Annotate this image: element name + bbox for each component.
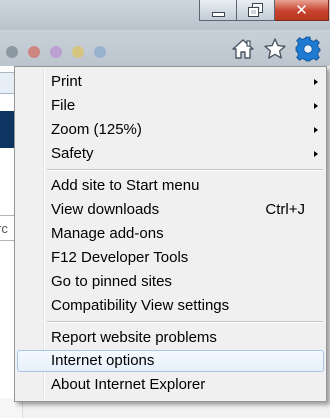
page-search-text: rc (0, 221, 8, 236)
menu-item-label: Zoom (125%) (51, 121, 142, 138)
window-controls: ✕ (199, 0, 329, 21)
page-favicon (0, 72, 15, 94)
favorites-button[interactable] (262, 36, 288, 62)
toolbar-blurred-icons (6, 46, 106, 58)
restore-button[interactable] (237, 0, 275, 21)
menu-item-f12-developer-tools[interactable]: F12 Developer Tools (17, 247, 324, 269)
menu-item-shortcut: Ctrl+J (265, 201, 305, 218)
menu-item-label: Compatibility View settings (51, 297, 230, 314)
menu-item-label: Print (51, 73, 82, 90)
menu-item-manage-add-ons[interactable]: Manage add-ons (17, 223, 324, 245)
menu-item-label: File (51, 97, 76, 114)
title-bar: ✕ (0, 0, 330, 30)
close-icon: ✕ (295, 0, 308, 19)
menu-item-label: View downloads (51, 201, 160, 218)
menu-item-view-downloads[interactable]: View downloads Ctrl+J (17, 199, 324, 221)
menu-item-label: About Internet Explorer (51, 376, 206, 393)
toolbar-icon[interactable] (28, 46, 40, 58)
menu-item-label: Report website problems (51, 329, 217, 346)
menu-item-file[interactable]: File (17, 95, 324, 117)
menu-item-compatibility-view-settings[interactable]: Compatibility View settings (17, 295, 324, 317)
gear-icon (295, 36, 321, 62)
star-icon (264, 38, 286, 59)
home-icon (232, 39, 254, 59)
restore-icon (247, 3, 263, 17)
menu-item-label: Manage add-ons (51, 225, 164, 242)
tools-menu: Print File Zoom (125%) Safety Add site t… (14, 66, 327, 402)
menu-item-about-internet-explorer[interactable]: About Internet Explorer (17, 374, 324, 396)
toolbar-icon[interactable] (6, 46, 18, 58)
submenu-arrow-icon (314, 103, 318, 109)
menu-separator (47, 169, 323, 171)
close-button[interactable]: ✕ (275, 0, 329, 21)
menu-item-label: Safety (51, 145, 94, 162)
menu-item-label: Internet options (51, 352, 155, 369)
menu-separator (47, 321, 323, 323)
tools-button[interactable] (295, 36, 321, 62)
menu-item-print[interactable]: Print (17, 71, 324, 93)
submenu-arrow-icon (314, 79, 318, 85)
menu-item-internet-options[interactable]: Internet options (17, 350, 324, 372)
menu-item-add-site-to-start-menu[interactable]: Add site to Start menu (17, 175, 324, 197)
menu-item-report-website-problems[interactable]: Report website problems (17, 327, 324, 349)
menu-item-go-to-pinned-sites[interactable]: Go to pinned sites (17, 271, 324, 293)
home-button[interactable] (230, 36, 256, 62)
minimize-button[interactable] (199, 0, 237, 21)
toolbar-icon[interactable] (72, 46, 84, 58)
menu-item-label: F12 Developer Tools (51, 249, 189, 266)
menu-item-zoom[interactable]: Zoom (125%) (17, 119, 324, 141)
submenu-arrow-icon (314, 127, 318, 133)
menu-item-label: Go to pinned sites (51, 273, 172, 290)
submenu-arrow-icon (314, 151, 318, 157)
menu-item-label: Add site to Start menu (51, 177, 200, 194)
menu-item-safety[interactable]: Safety (17, 143, 324, 165)
toolbar-icon[interactable] (94, 46, 106, 58)
minimize-icon (211, 11, 225, 17)
toolbar-icon[interactable] (50, 46, 62, 58)
